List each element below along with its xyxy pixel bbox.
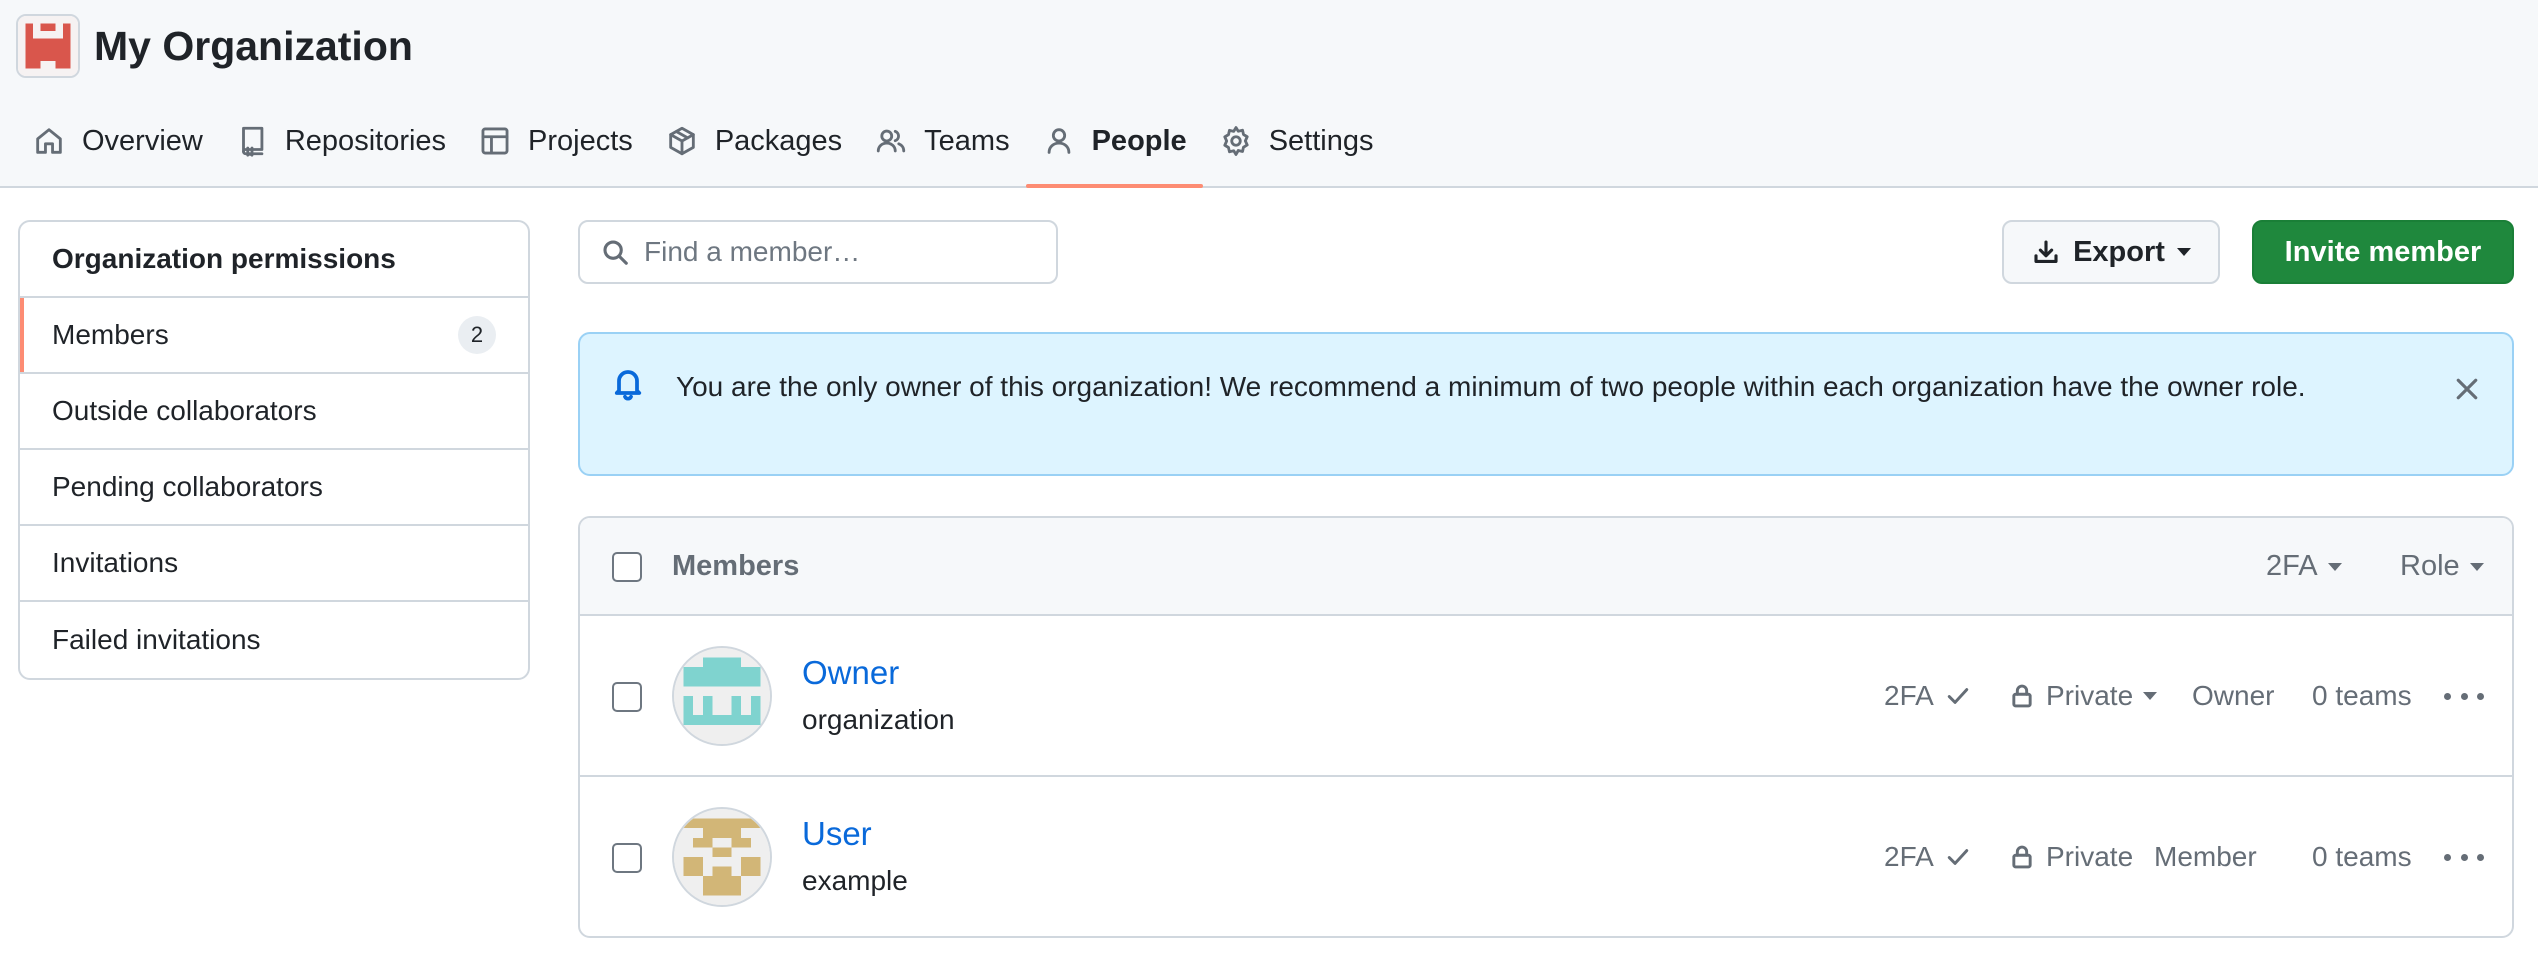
kebab-menu-icon[interactable]: [2444, 843, 2484, 871]
check-icon: [1947, 849, 1969, 865]
members-count-badge: 2: [458, 316, 496, 354]
package-icon: [669, 126, 695, 156]
tab-label: Repositories: [284, 124, 447, 157]
member-role: Owner: [2192, 680, 2275, 711]
visibility-label: Private: [2046, 680, 2134, 711]
2fa-label: 2FA: [1884, 841, 1934, 872]
caret-down-icon: [2327, 562, 2342, 571]
home-icon: [36, 128, 62, 154]
visibility-dropdown[interactable]: Private: [2008, 680, 2158, 712]
member-teams[interactable]: 0 teams: [2312, 841, 2412, 873]
2fa-label: 2FA: [1884, 680, 1934, 711]
sidebar-item-label: Outside collaborators: [52, 395, 317, 426]
members-table-header: Members 2FA Role: [580, 518, 2512, 616]
member-name-link[interactable]: User: [802, 815, 872, 853]
member-teams[interactable]: 0 teams: [2312, 680, 2412, 712]
invite-member-button[interactable]: Invite member: [2252, 220, 2514, 284]
sidebar-item-pending-collaborators[interactable]: Pending collaborators: [20, 450, 528, 526]
tab-packages[interactable]: Packages: [649, 106, 858, 176]
org-avatar[interactable]: [16, 14, 80, 78]
sidebar-item-invitations[interactable]: Invitations: [20, 526, 528, 602]
avatar[interactable]: [672, 807, 772, 907]
tab-label: Overview: [82, 124, 203, 157]
people-icon: [877, 129, 906, 153]
sidebar-heading: Organization permissions: [20, 222, 528, 298]
caret-down-icon: [2176, 248, 2191, 256]
tab-teams[interactable]: Teams: [858, 106, 1025, 176]
2fa-status: 2FA: [1884, 841, 1972, 873]
member-role: Member: [2154, 841, 2257, 872]
member-login: organization: [802, 704, 955, 735]
tab-overview[interactable]: Overview: [16, 106, 219, 176]
sidebar-item-label: Members: [52, 319, 169, 350]
kebab-menu-icon[interactable]: [2444, 682, 2484, 710]
table-icon: [481, 127, 509, 155]
table-row: User example 2FA Private Member 0 teams: [580, 777, 2512, 936]
repo-icon: [241, 126, 264, 157]
visibility-label: Private: [2046, 841, 2134, 872]
search-icon: [603, 240, 628, 265]
row-checkbox[interactable]: [612, 843, 642, 873]
download-icon: [2034, 240, 2058, 263]
sidebar-item-outside-collaborators[interactable]: Outside collaborators: [20, 374, 528, 450]
tab-settings[interactable]: Settings: [1203, 106, 1390, 176]
sidebar-item-label: Pending collaborators: [52, 471, 323, 502]
members-header-label: Members: [672, 550, 800, 582]
members-table: Members 2FA Role Owner organization 2FA …: [578, 516, 2514, 938]
visibility-status: Private: [2008, 841, 2133, 873]
filter-label: 2FA: [2266, 550, 2318, 582]
lock-icon: [2012, 684, 2032, 708]
bell-icon: [614, 370, 642, 401]
lock-icon: [2012, 845, 2032, 869]
org-header: My Organization Overview Repositories Pr…: [0, 0, 2538, 188]
tab-people[interactable]: People: [1025, 106, 1203, 188]
permissions-sidebar: Organization permissions Members 2 Outsi…: [18, 220, 530, 680]
tab-repositories[interactable]: Repositories: [219, 106, 462, 176]
org-nav-tabs: Overview Repositories Projects Packages …: [16, 106, 1389, 188]
tab-projects[interactable]: Projects: [462, 106, 649, 176]
export-button[interactable]: Export: [2002, 220, 2220, 284]
tab-label: Teams: [924, 124, 1010, 157]
caret-down-icon: [2469, 562, 2484, 571]
tab-label: Settings: [1268, 124, 1374, 157]
member-search[interactable]: [578, 220, 1058, 284]
close-icon[interactable]: [2452, 374, 2482, 404]
filter-label: Role: [2400, 550, 2460, 582]
sidebar-item-label: Invitations: [52, 547, 179, 578]
member-search-input[interactable]: [644, 236, 1034, 268]
sidebar-item-failed-invitations[interactable]: Failed invitations: [20, 602, 528, 678]
person-icon: [1047, 128, 1070, 154]
row-checkbox[interactable]: [612, 682, 642, 712]
select-all-checkbox[interactable]: [612, 552, 642, 582]
tab-label: Projects: [528, 124, 633, 157]
table-row: Owner organization 2FA Private Owner 0 t…: [580, 616, 2512, 777]
member-login: example: [802, 865, 908, 896]
org-title[interactable]: My Organization: [94, 18, 413, 74]
tab-label: People: [1091, 124, 1187, 157]
banner-message: You are the only owner of this organizat…: [676, 371, 2306, 402]
sidebar-item-label: Failed invitations: [52, 624, 261, 655]
2fa-status: 2FA: [1884, 680, 1972, 712]
avatar[interactable]: [672, 646, 772, 746]
gear-icon: [1223, 126, 1249, 156]
2fa-filter-dropdown[interactable]: 2FA: [2266, 550, 2342, 583]
role-filter-dropdown[interactable]: Role: [2400, 550, 2484, 583]
tab-label: Packages: [714, 124, 843, 157]
export-label: Export: [2073, 235, 2165, 268]
check-icon: [1947, 688, 1969, 704]
caret-down-icon: [2143, 692, 2158, 700]
sidebar-item-members[interactable]: Members 2: [20, 298, 528, 374]
owner-warning-banner: You are the only owner of this organizat…: [578, 332, 2514, 476]
member-name-link[interactable]: Owner: [802, 654, 899, 692]
